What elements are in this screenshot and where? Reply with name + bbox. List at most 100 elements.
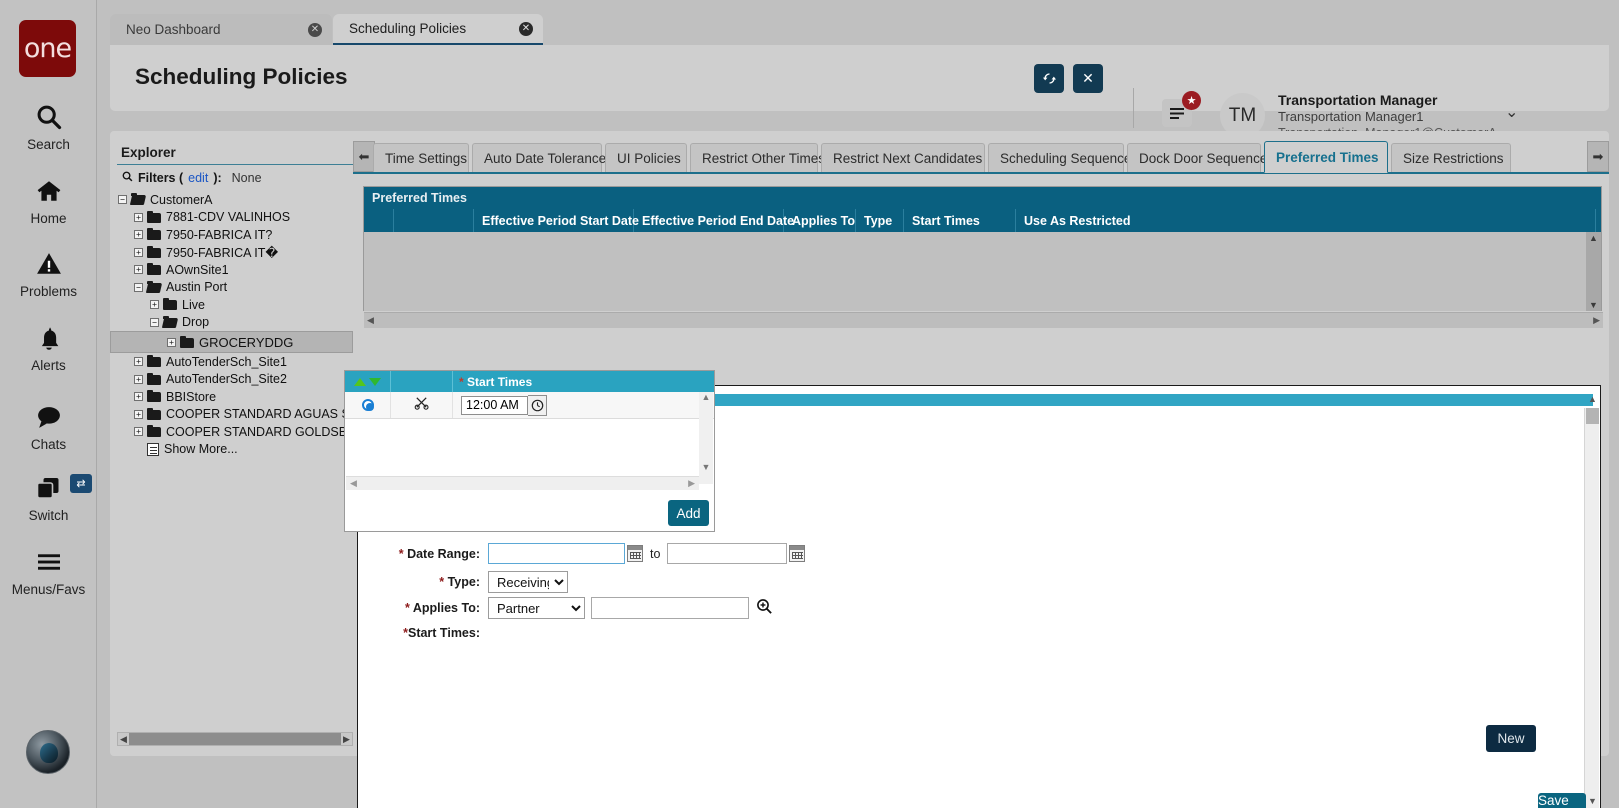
rail-item-search[interactable]: Search <box>0 100 97 152</box>
caret-up-icon[interactable]: ▲ <box>1589 232 1598 244</box>
tree-node[interactable]: +BBIStore <box>110 388 353 406</box>
filters-edit-link[interactable]: edit <box>188 171 208 185</box>
form-vscrollbar[interactable]: ▲ ▼ <box>1584 408 1599 808</box>
expand-icon[interactable]: + <box>134 357 143 366</box>
scissors-icon[interactable] <box>414 395 429 415</box>
rail-item-chats[interactable]: Chats <box>0 400 97 452</box>
refresh-icon[interactable] <box>1034 64 1064 93</box>
date-range-start-input[interactable] <box>488 543 625 564</box>
applies-to-text-input[interactable] <box>591 597 749 619</box>
tab-preferred-times[interactable]: Preferred Times <box>1264 141 1388 173</box>
search-plus-icon[interactable] <box>756 598 773 619</box>
grid-hscrollbar[interactable]: ◀ ▶ <box>364 312 1603 328</box>
clock-icon[interactable] <box>528 395 547 416</box>
expand-icon[interactable]: + <box>134 392 143 401</box>
calendar-icon[interactable] <box>789 545 805 562</box>
caret-left-icon[interactable]: ◀ <box>346 478 361 489</box>
tab-size-restrictions[interactable]: Size Restrictions <box>1391 143 1511 172</box>
grid-column-header[interactable]: Start Times <box>904 209 1016 232</box>
expand-icon[interactable]: + <box>134 410 143 419</box>
expand-icon[interactable]: + <box>134 427 143 436</box>
tree-node[interactable]: +AutoTenderSch_Site2 <box>110 371 353 389</box>
tree-node[interactable]: Show More... <box>110 441 353 459</box>
grid-column-header[interactable] <box>394 209 474 232</box>
caret-down-icon[interactable]: ▼ <box>1589 299 1598 311</box>
expand-icon[interactable]: + <box>134 265 143 274</box>
tree-node[interactable]: −CustomerA <box>110 191 353 209</box>
grid-column-header[interactable] <box>364 209 394 232</box>
close-circle-icon[interactable]: ✕ <box>308 23 322 37</box>
chevron-down-icon[interactable]: ⌄ <box>1505 102 1518 122</box>
expand-icon[interactable]: + <box>150 300 159 309</box>
tab-ui-policies[interactable]: UI Policies <box>605 143 687 172</box>
tab-auto-date-tolerance[interactable]: Auto Date Tolerance <box>472 143 602 172</box>
sort-ascending-icon[interactable] <box>354 378 366 386</box>
arrow-left-icon[interactable]: ◀ <box>118 734 129 745</box>
type-select[interactable]: Receiving <box>488 571 568 593</box>
tab-scheduling-sequence[interactable]: Scheduling Sequence <box>988 143 1124 172</box>
expand-icon[interactable]: + <box>134 230 143 239</box>
grid-column-header[interactable]: Use As Restricted <box>1016 209 1596 232</box>
start-times-vscrollbar[interactable]: ▲ ▼ <box>699 392 713 484</box>
start-time-input[interactable]: 12:00 AM <box>461 396 528 415</box>
add-button[interactable]: Add <box>668 500 709 526</box>
browser-tab-neo-dashboard[interactable]: Neo Dashboard ✕ <box>110 14 332 45</box>
tree-node[interactable]: +AutoTenderSch_Site1 <box>110 353 353 371</box>
arrow-right-icon[interactable]: ▶ <box>341 734 352 745</box>
tab-dock-door-sequence[interactable]: Dock Door Sequence <box>1127 143 1261 172</box>
grid-vscrollbar[interactable]: ▲ ▼ <box>1586 232 1601 311</box>
start-time-cell[interactable]: 12:00 AM <box>453 392 698 418</box>
calendar-icon[interactable] <box>627 545 643 562</box>
rail-item-alerts[interactable]: Alerts <box>0 321 97 373</box>
expand-icon[interactable]: + <box>134 248 143 257</box>
swap-arrows-icon[interactable]: ⇄ <box>70 474 92 493</box>
caret-up-icon[interactable]: ▲ <box>699 392 713 402</box>
row-radio-button[interactable] <box>362 399 374 411</box>
rail-item-menus-favs[interactable]: Menus/Favs <box>0 545 97 597</box>
assistant-avatar-icon[interactable] <box>26 730 70 774</box>
expand-icon[interactable]: + <box>167 338 176 347</box>
tree-node[interactable]: −Austin Port <box>110 279 353 297</box>
tab-scroll-left-button[interactable]: ⬅ <box>353 141 375 172</box>
expand-icon[interactable]: + <box>134 375 143 384</box>
row-select-cell[interactable] <box>345 392 391 418</box>
tree-node[interactable]: +7950-FABRICA IT� <box>110 244 353 262</box>
grid-column-header[interactable]: Effective Period Start Date <box>474 209 634 232</box>
sort-descending-icon[interactable] <box>369 378 381 386</box>
explorer-hscrollbar[interactable]: ◀ ▶ <box>117 732 353 746</box>
start-times-hscrollbar[interactable]: ◀ ▶ <box>346 476 699 490</box>
collapse-icon[interactable]: − <box>134 283 143 292</box>
scroll-thumb[interactable] <box>129 733 341 745</box>
date-range-end-input[interactable] <box>667 543 787 564</box>
browser-tab-scheduling-policies[interactable]: Scheduling Policies ✕ <box>333 14 543 45</box>
tree-node[interactable]: +GROCERYDDG <box>110 331 353 353</box>
tree-node[interactable]: +Live <box>110 296 353 314</box>
tree-node[interactable]: +AOwnSite1 <box>110 261 353 279</box>
caret-up-icon[interactable]: ▲ <box>1588 394 1597 404</box>
caret-left-icon[interactable]: ◀ <box>364 315 377 326</box>
rail-item-problems[interactable]: Problems <box>0 247 97 299</box>
tab-restrict-other-times[interactable]: Restrict Other Times <box>690 143 818 172</box>
tab-restrict-next-candidates[interactable]: Restrict Next Candidates <box>821 143 985 172</box>
tab-time-settings[interactable]: Time Settings <box>373 143 469 172</box>
applies-to-select[interactable]: Partner <box>488 597 585 619</box>
expand-icon[interactable]: + <box>134 213 143 222</box>
scroll-thumb[interactable] <box>1586 408 1599 424</box>
save-button[interactable]: Save <box>1538 793 1586 808</box>
tree-node[interactable]: +7881-CDV VALINHOS <box>110 209 353 227</box>
grid-column-header[interactable]: Type <box>856 209 904 232</box>
collapse-icon[interactable]: − <box>118 195 127 204</box>
tree-node[interactable]: +COOPER STANDARD GOLDSBORO <box>110 423 353 441</box>
caret-right-icon[interactable]: ▶ <box>684 478 699 489</box>
caret-down-icon[interactable]: ▼ <box>699 462 713 472</box>
grid-column-header[interactable]: Effective Period End Date <box>634 209 784 232</box>
rail-item-home[interactable]: Home <box>0 174 97 226</box>
tab-scroll-right-button[interactable]: ➡ <box>1587 141 1609 172</box>
caret-right-icon[interactable]: ▶ <box>1590 315 1603 326</box>
row-action-cell[interactable] <box>391 392 453 418</box>
grid-column-header[interactable]: Applies To <box>784 209 856 232</box>
new-button[interactable]: New <box>1486 725 1536 752</box>
table-row[interactable]: 12:00 AM <box>345 392 714 419</box>
tree-node[interactable]: +7950-FABRICA IT? <box>110 226 353 244</box>
tree-node[interactable]: −Drop <box>110 314 353 332</box>
